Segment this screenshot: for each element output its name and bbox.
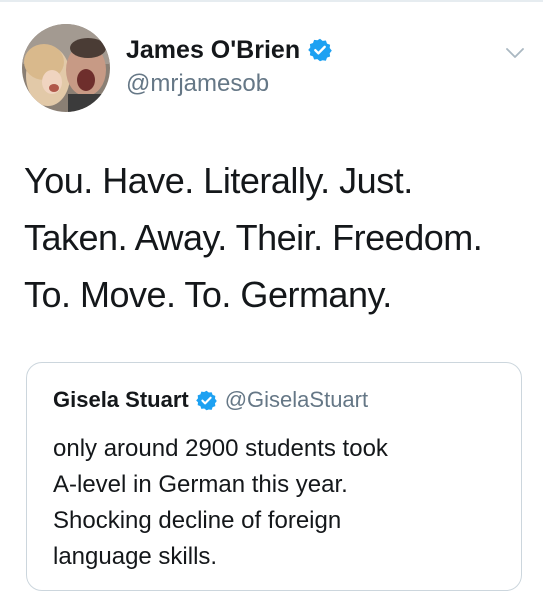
chevron-down-icon[interactable]: [504, 42, 526, 64]
quoted-tweet-header: Gisela Stuart @GiselaStuart: [53, 383, 368, 417]
quoted-tweet-card[interactable]: Gisela Stuart @GiselaStuart only around …: [26, 362, 522, 591]
author-display-name[interactable]: James O'Brien: [126, 36, 300, 65]
profile-photo: [22, 24, 110, 112]
author-avatar[interactable]: [22, 24, 110, 112]
author-handle[interactable]: @mrjamesob: [126, 70, 332, 98]
verified-badge-icon: [308, 38, 332, 62]
verified-badge-icon: [195, 390, 217, 410]
display-name-row: James O'Brien: [126, 34, 332, 66]
tweet-line: Taken. Away. Their. Freedom.: [24, 217, 483, 258]
quoted-tweet-line: language skills.: [53, 543, 218, 570]
top-divider: [0, 0, 543, 2]
author-names: James O'Brien @mrjamesob: [126, 34, 332, 98]
quoted-tweet-line: only around 2900 students took: [53, 435, 388, 462]
quoted-handle: @GiselaStuart: [224, 387, 369, 412]
quoted-display-name: Gisela Stuart: [53, 387, 189, 412]
tweet-body: You. Have. Literally. Just. Taken. Away.…: [24, 152, 524, 323]
quoted-tweet-line: A-level in German this year.: [53, 471, 348, 498]
quoted-tweet-line: Shocking decline of foreign: [53, 507, 342, 534]
tweet-line: You. Have. Literally. Just.: [24, 160, 413, 201]
tweet-header: James O'Brien @mrjamesob: [22, 24, 524, 114]
quoted-tweet-body: only around 2900 students took A-level i…: [53, 431, 508, 575]
tweet-line: To. Move. To. Germany.: [24, 274, 392, 315]
